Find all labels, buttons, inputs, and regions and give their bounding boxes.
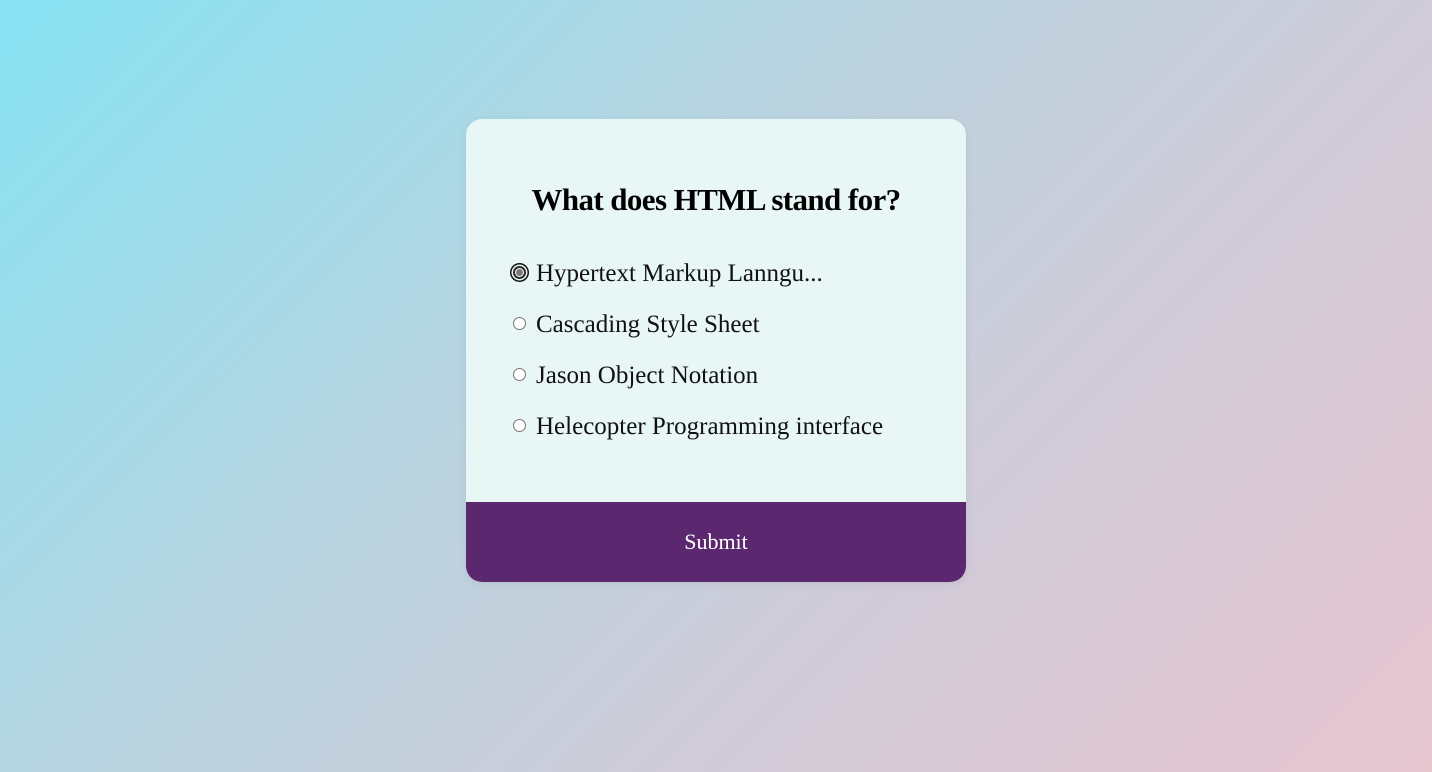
answer-option-a[interactable]: Hypertext Markup Lanngu... (511, 256, 883, 307)
answer-option-b[interactable]: Cascading Style Sheet (511, 307, 883, 358)
page-background: { "quiz": { "question": "What does HTML … (0, 0, 1432, 772)
answer-radio-a[interactable] (513, 266, 526, 279)
question-title: What does HTML stand for? (531, 182, 901, 217)
answer-label-a[interactable]: Hypertext Markup Lanngu... (536, 256, 823, 292)
answer-list: Hypertext Markup Lanngu... Cascading Sty… (511, 256, 883, 460)
answer-radio-c[interactable] (513, 368, 526, 381)
answer-label-b[interactable]: Cascading Style Sheet (536, 307, 760, 343)
answer-label-c[interactable]: Jason Object Notation (536, 358, 758, 394)
answer-label-d[interactable]: Helecopter Programming interface (536, 409, 883, 445)
answer-radio-b[interactable] (513, 317, 526, 330)
answer-option-c[interactable]: Jason Object Notation (511, 358, 883, 409)
answer-option-d[interactable]: Helecopter Programming interface (511, 409, 883, 460)
quiz-card: What does HTML stand for? Hypertext Mark… (466, 119, 966, 582)
quiz-body: What does HTML stand for? Hypertext Mark… (466, 119, 966, 502)
answer-radio-d[interactable] (513, 419, 526, 432)
submit-button[interactable]: Submit (466, 502, 966, 582)
